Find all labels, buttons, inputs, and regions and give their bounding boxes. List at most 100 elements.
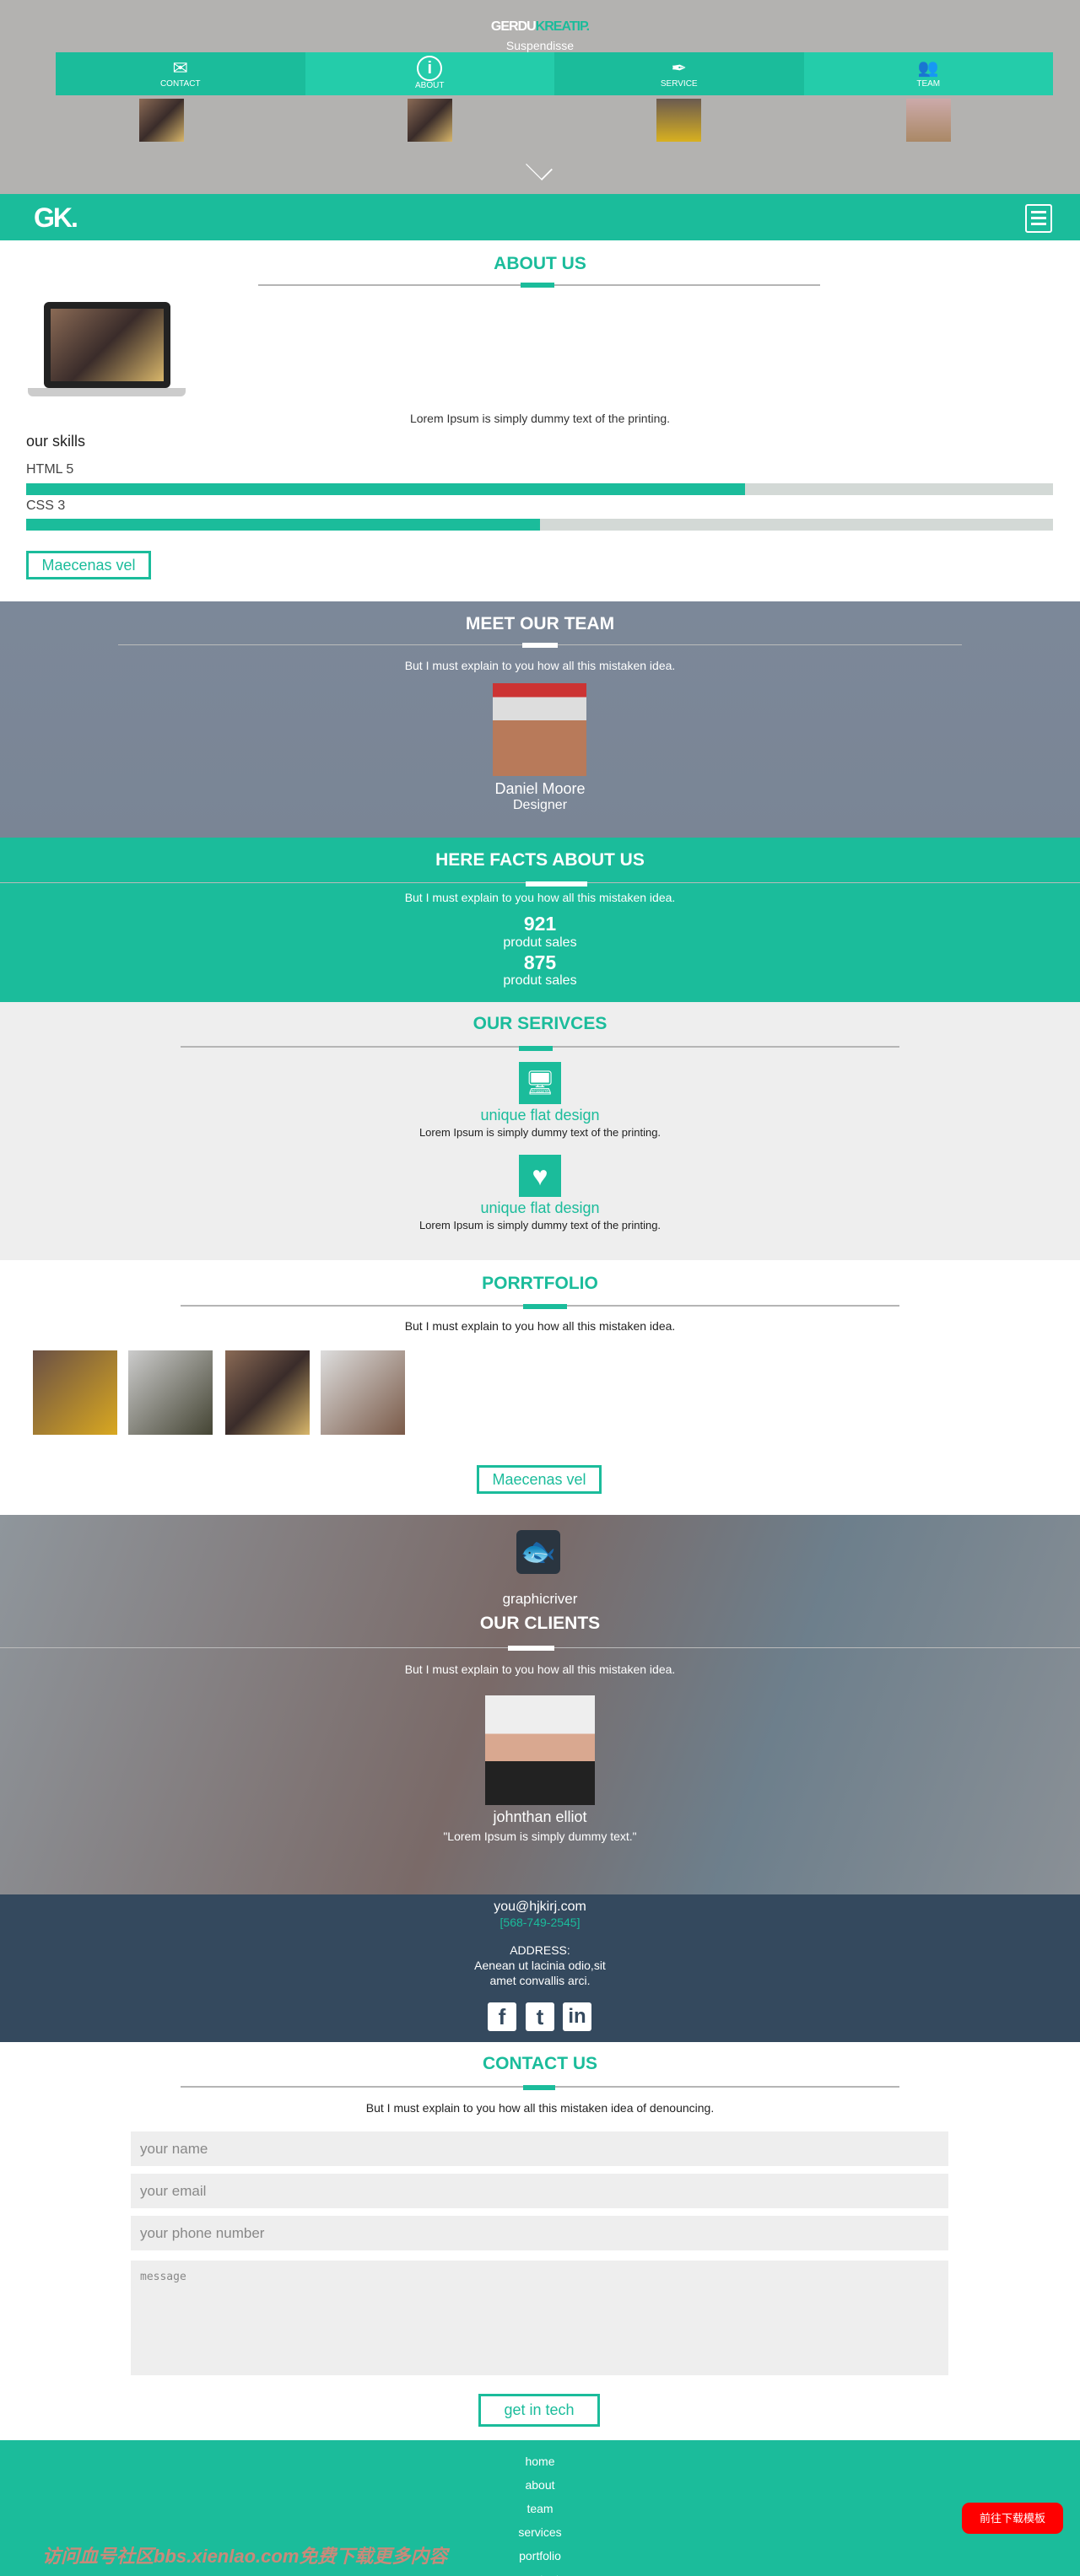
about-section: ABOUT US Lorem Ipsum is simply dummy tex… <box>0 240 1080 601</box>
portfolio-item[interactable] <box>225 1350 310 1435</box>
thumb-person <box>906 99 951 142</box>
footer-link-home[interactable]: home <box>0 2449 1080 2473</box>
hamburger-icon[interactable] <box>1025 204 1052 233</box>
nav-contact[interactable]: ✉ CONTACT <box>56 52 305 95</box>
linkedin-icon[interactable]: in <box>563 2002 591 2031</box>
nav-label: TEAM <box>916 79 941 89</box>
footer-link-services[interactable]: services <box>0 2520 1080 2544</box>
chevron-down-icon[interactable] <box>526 154 553 181</box>
footer: home about team services portfolio conta… <box>0 2440 1080 2576</box>
team-subtitle: But I must explain to you how all this m… <box>404 659 676 672</box>
message-textarea[interactable]: message <box>131 2261 948 2375</box>
member-name: Daniel Moore <box>494 780 586 797</box>
header-bar: GK. <box>0 194 1080 240</box>
divider-accent <box>508 1646 554 1651</box>
footer-link-about[interactable]: about <box>0 2473 1080 2497</box>
fact-value: 875 <box>523 951 557 973</box>
nav-about[interactable]: i ABOUT <box>305 52 554 95</box>
info-icon: i <box>417 56 443 81</box>
twitter-icon[interactable]: t <box>526 2002 554 2031</box>
about-button[interactable]: Maecenas vel <box>26 551 151 579</box>
member-role: Designer <box>512 798 568 812</box>
divider-accent <box>519 1046 553 1051</box>
divider-accent <box>526 881 587 887</box>
contact-info: you@hjkirj.com [568-749-2545] ADDRESS: A… <box>0 1894 1080 2042</box>
team-icon: 👥 <box>917 59 939 78</box>
client-quote: "Lorem Ipsum is simply dummy text." <box>443 1830 637 1843</box>
graphicriver-logo: 🐟 <box>516 1530 560 1574</box>
brand: GERDUKREATIP. <box>0 19 1080 35</box>
facts-subtitle: But I must explain to you how all this m… <box>404 891 676 904</box>
team-title: MEET OUR TEAM <box>465 614 615 633</box>
brand-a: GERDU <box>490 19 537 34</box>
skill-label: CSS 3 <box>26 498 66 513</box>
facts-title: HERE FACTS ABOUT US <box>435 850 645 870</box>
nav-service[interactable]: ✒ SERVICE <box>554 52 804 95</box>
divider-accent <box>523 2085 555 2090</box>
member-photo <box>493 683 586 776</box>
address-line: Aenean ut lacinia odio,sit <box>474 1959 606 1972</box>
clients-title: OUR CLIENTS <box>479 1614 601 1633</box>
team-section: MEET OUR TEAM But I must explain to you … <box>0 601 1080 838</box>
client-name: johnthan elliot <box>493 1808 587 1825</box>
watermark: 访问血号社区bbs.xienlao.com免费下载更多内容 <box>42 2546 448 2567</box>
facts-section: HERE FACTS ABOUT US But I must explain t… <box>0 838 1080 1002</box>
contact-title: CONTACT US <box>482 2054 598 2073</box>
tagline: Suspendisse <box>505 39 575 52</box>
service-text: Lorem Ipsum is simply dummy text of the … <box>418 1126 662 1139</box>
divider-accent <box>523 1304 567 1309</box>
service-title: unique flat design <box>480 1199 600 1216</box>
thumb-car <box>139 99 184 142</box>
footer-link-team[interactable]: team <box>0 2497 1080 2520</box>
service-text: Lorem Ipsum is simply dummy text of the … <box>418 1219 662 1231</box>
hero-nav: ✉ CONTACT i ABOUT ✒ SERVICE 👥 TEAM <box>56 52 1053 95</box>
portfolio-item[interactable] <box>128 1350 213 1435</box>
email-input[interactable]: your email <box>131 2174 948 2208</box>
portfolio-button[interactable]: Maecenas vel <box>477 1465 602 1494</box>
services-section: OUR SERIVCES 🖥 unique flat design Lorem … <box>0 1002 1080 1260</box>
skill-label: HTML 5 <box>26 462 74 477</box>
nav-label: SERVICE <box>660 79 698 89</box>
divider-accent <box>521 283 554 288</box>
fact-value: 921 <box>523 913 557 935</box>
address-label: ADDRESS: <box>510 1943 570 1957</box>
service-title: unique flat design <box>480 1107 600 1124</box>
contact-subtitle: But I must explain to you how all this m… <box>365 2101 715 2115</box>
laptop-image <box>44 302 170 388</box>
clients-section: 🐟 graphicriver OUR CLIENTS But I must ex… <box>0 1515 1080 1894</box>
pen-icon: ✒ <box>671 57 687 78</box>
about-title: ABOUT US <box>494 254 586 273</box>
laptop-base <box>28 388 186 396</box>
thumb-taxi <box>656 99 701 142</box>
nav-label: ABOUT <box>415 81 445 90</box>
logo[interactable]: GK. <box>34 202 78 234</box>
submit-button[interactable]: get in tech <box>478 2394 600 2427</box>
fact-label: produt sales <box>503 935 577 950</box>
portfolio-section: PORRTFOLIO But I must explain to you how… <box>0 1260 1080 1515</box>
portfolio-item[interactable] <box>33 1350 117 1435</box>
address-line: amet convallis arci. <box>489 1974 591 1987</box>
nav-team[interactable]: 👥 TEAM <box>803 52 1053 95</box>
thumb-bike <box>408 99 452 142</box>
client-photo <box>485 1695 595 1805</box>
skill-bar-html <box>26 483 1053 495</box>
skill-bar-css <box>26 519 1053 531</box>
portfolio-subtitle: But I must explain to you how all this m… <box>404 1319 676 1333</box>
clients-subtitle: But I must explain to you how all this m… <box>404 1663 676 1676</box>
info-email[interactable]: you@hjkirj.com <box>0 1900 1080 1915</box>
phone-input[interactable]: your phone number <box>131 2216 948 2250</box>
brand-b: KREATIP. <box>535 19 590 34</box>
logo-text: graphicriver <box>502 1591 578 1607</box>
nav-label: CONTACT <box>159 79 201 89</box>
skill-fill <box>26 483 745 495</box>
devices-icon: 🖥 <box>519 1062 561 1104</box>
portfolio-item[interactable] <box>321 1350 405 1435</box>
footer-link-contact[interactable]: contact <box>0 2568 1080 2576</box>
skills-title: our skills <box>26 433 86 450</box>
name-input[interactable]: your name <box>131 2131 948 2166</box>
hero: GERDUKREATIP. Suspendisse ✉ CONTACT i ABOU… <box>0 0 1080 194</box>
facebook-icon[interactable]: f <box>488 2002 516 2031</box>
download-button[interactable]: 前往下载模板 <box>962 2503 1063 2534</box>
contact-section: CONTACT US But I must explain to you how… <box>0 2042 1080 2440</box>
envelope-icon: ✉ <box>172 57 188 78</box>
